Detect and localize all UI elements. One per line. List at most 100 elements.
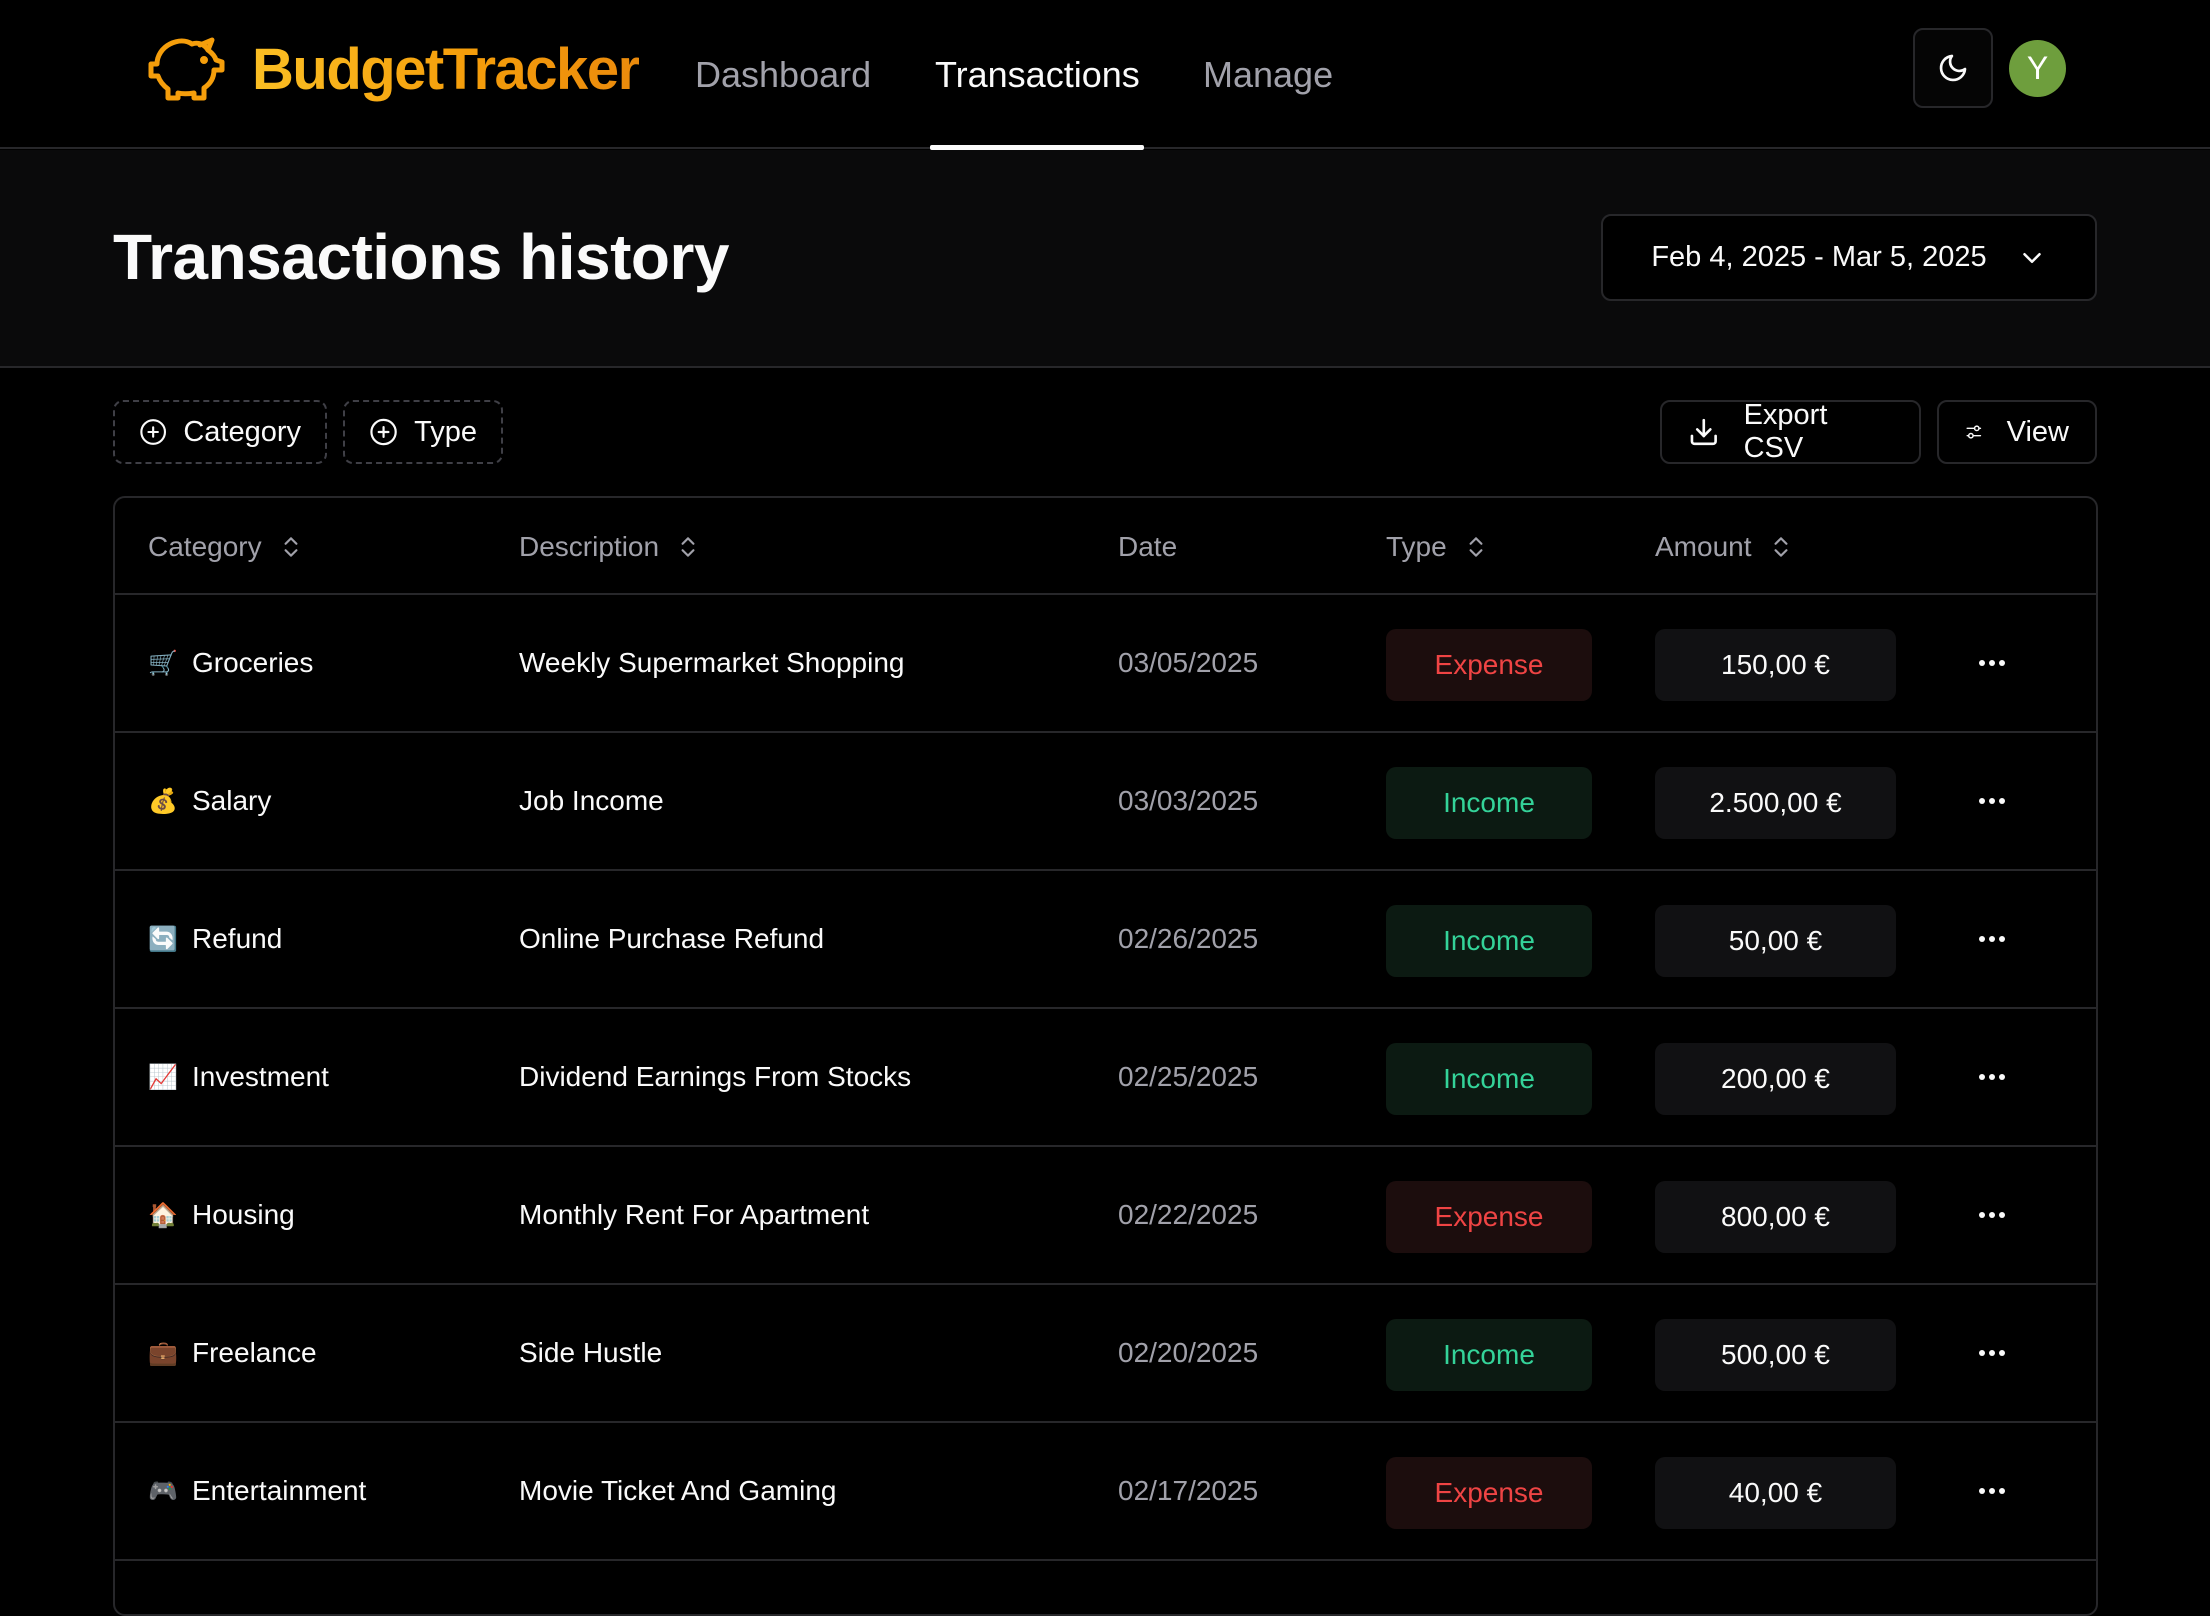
- category-emoji-icon: 🔄: [148, 925, 178, 953]
- amount-badge: 200,00 €: [1655, 1043, 1896, 1115]
- view-options-label: View: [2006, 415, 2069, 448]
- column-header-category[interactable]: Category: [148, 498, 304, 595]
- filter-type-label: Type: [414, 415, 477, 448]
- table-row[interactable]: 💼 Freelance Side Hustle 02/20/2025 Income 500…: [115, 1285, 2096, 1423]
- category-name: Groceries: [192, 647, 314, 678]
- cell-date: 03/03/2025: [1118, 785, 1259, 816]
- more-horizontal-icon: [1979, 1350, 2005, 1356]
- nav-link-dashboard[interactable]: Dashboard: [695, 0, 871, 149]
- column-header-date: Date: [1118, 498, 1177, 595]
- sliders-icon: [1966, 425, 1982, 439]
- amount-badge: 2.500,00 €: [1655, 767, 1896, 839]
- more-horizontal-icon: [1979, 798, 2005, 804]
- cell-description: Movie Ticket And Gaming: [519, 1475, 837, 1506]
- type-badge: Income: [1386, 1319, 1592, 1391]
- column-header-label: Amount: [1655, 530, 1752, 562]
- type-badge: Income: [1386, 1043, 1592, 1115]
- cell-description: Monthly Rent For Apartment: [519, 1199, 870, 1230]
- table-row[interactable]: 📈 Investment Dividend Earnings From Stocks…: [115, 1009, 2096, 1147]
- more-horizontal-icon: [1979, 660, 2005, 666]
- column-header-description[interactable]: Description: [519, 498, 701, 595]
- row-actions-button[interactable]: [1970, 1471, 2014, 1511]
- top-navigation: BudgetTracker Dashboard Transactions Man…: [0, 0, 2210, 150]
- filter-type-button[interactable]: Type: [343, 400, 503, 464]
- plus-circle-icon: [140, 419, 167, 445]
- page-title: Transactions history: [113, 221, 729, 293]
- nav-link-transactions[interactable]: Transactions: [935, 0, 1140, 149]
- theme-toggle-button[interactable]: [1913, 28, 1993, 108]
- cell-date: 03/05/2025: [1118, 647, 1259, 678]
- row-actions-button[interactable]: [1970, 781, 2014, 821]
- category-emoji-icon: 💼: [148, 1339, 178, 1367]
- cell-date: 02/22/2025: [1118, 1199, 1259, 1230]
- column-header-type[interactable]: Type: [1386, 498, 1489, 595]
- row-actions-button[interactable]: [1970, 1333, 2014, 1373]
- export-csv-button[interactable]: Export CSV: [1660, 399, 1921, 464]
- chevron-down-icon: [2022, 252, 2041, 263]
- moon-icon: [1939, 54, 1967, 82]
- row-actions-button[interactable]: [1970, 643, 2014, 683]
- date-range-value: Feb 4, 2025 - Mar 5, 2025: [1651, 241, 1987, 273]
- cell-description: Job Income: [519, 785, 664, 816]
- column-header-amount[interactable]: Amount: [1655, 498, 1794, 595]
- type-badge: Expense: [1386, 1181, 1592, 1253]
- row-actions-button[interactable]: [1970, 1195, 2014, 1235]
- column-header-label: Date: [1118, 530, 1178, 562]
- amount-badge: 150,00 €: [1655, 629, 1896, 701]
- cell-description: Side Hustle: [519, 1337, 663, 1368]
- cell-category: 🔄 Refund: [148, 871, 282, 1007]
- table-header: Category Description Date Type Amount: [115, 498, 2096, 595]
- table-row[interactable]: 🎮 Entertainment Movie Ticket And Gaming 02/…: [115, 1423, 2096, 1561]
- category-name: Salary: [192, 785, 272, 816]
- sort-icon: [1469, 536, 1483, 557]
- table-row[interactable]: 💰 Salary Job Income 03/03/2025 Income 2.500,0…: [115, 733, 2096, 871]
- cell-description: Online Purchase Refund: [519, 923, 825, 954]
- date-range-picker[interactable]: Feb 4, 2025 - Mar 5, 2025: [1601, 214, 2097, 301]
- type-badge: Income: [1386, 905, 1592, 977]
- filter-category-button[interactable]: Category: [113, 400, 327, 464]
- transactions-table: Category Description Date Type Amount 🛒 G…: [113, 496, 2098, 1616]
- column-header-label: Description: [519, 530, 660, 562]
- piggy-bank-icon: [148, 37, 225, 101]
- amount-badge: 500,00 €: [1655, 1319, 1896, 1391]
- category-emoji-icon: 📈: [148, 1063, 178, 1091]
- sort-icon: [1774, 536, 1787, 557]
- export-csv-label: Export CSV: [1743, 399, 1828, 464]
- view-options-button[interactable]: View: [1937, 400, 2097, 464]
- nav-link-manage[interactable]: Manage: [1203, 0, 1333, 149]
- column-header-label: Type: [1386, 530, 1447, 562]
- cell-category: 💼 Freelance: [148, 1285, 317, 1421]
- user-avatar[interactable]: Y: [2009, 40, 2066, 97]
- filter-category-label: Category: [183, 415, 301, 448]
- cell-description: Dividend Earnings From Stocks: [519, 1061, 912, 1092]
- table-row[interactable]: 🔄 Refund Online Purchase Refund 02/26/2025 I…: [115, 871, 2096, 1009]
- app-logo[interactable]: BudgetTracker: [148, 36, 640, 102]
- more-horizontal-icon: [1979, 1074, 2005, 1080]
- category-name: Investment: [192, 1061, 329, 1092]
- table-body: 🛒 Groceries Weekly Supermarket Shopping 03/…: [115, 595, 2096, 1561]
- table-row[interactable]: 🏠 Housing Monthly Rent For Apartment 02/22/…: [115, 1147, 2096, 1285]
- download-icon: [1690, 418, 1717, 446]
- more-horizontal-icon: [1979, 1212, 2005, 1218]
- category-emoji-icon: 🎮: [148, 1477, 178, 1505]
- category-emoji-icon: 🛒: [148, 649, 178, 677]
- cell-date: 02/17/2025: [1118, 1475, 1259, 1506]
- category-name: Refund: [192, 923, 283, 954]
- amount-badge: 800,00 €: [1655, 1181, 1896, 1253]
- type-badge: Expense: [1386, 629, 1592, 701]
- amount-badge: 40,00 €: [1655, 1457, 1896, 1529]
- sort-icon: [681, 536, 695, 557]
- cell-category: 🛒 Groceries: [148, 595, 313, 731]
- more-horizontal-icon: [1979, 936, 2005, 942]
- category-name: Housing: [192, 1199, 295, 1230]
- table-row[interactable]: 🛒 Groceries Weekly Supermarket Shopping 03/…: [115, 595, 2096, 733]
- category-emoji-icon: 💰: [148, 787, 178, 815]
- cell-category: 💰 Salary: [148, 733, 271, 869]
- cell-date: 02/25/2025: [1118, 1061, 1259, 1092]
- type-badge: Expense: [1386, 1457, 1592, 1529]
- cell-description: Weekly Supermarket Shopping: [519, 647, 905, 678]
- plus-circle-icon: [370, 418, 397, 446]
- row-actions-button[interactable]: [1970, 919, 2014, 959]
- row-actions-button[interactable]: [1970, 1057, 2014, 1097]
- more-horizontal-icon: [1979, 1488, 2005, 1494]
